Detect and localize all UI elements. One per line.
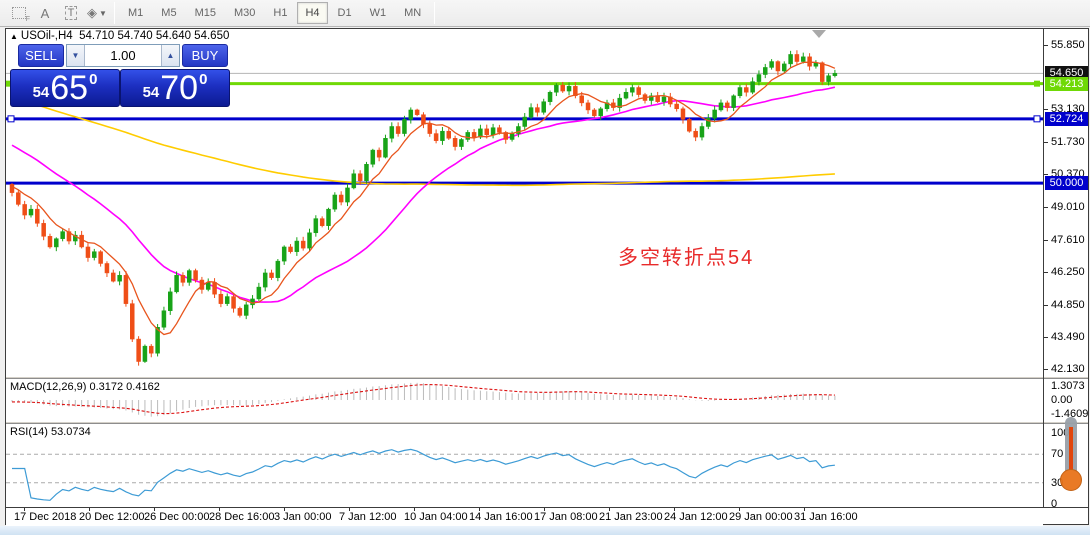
time-tick-label: 17 Jan 08:00 [534, 511, 598, 523]
shapes-icon[interactable]: ◈ ▼ [85, 2, 109, 24]
volume-decrease-button[interactable]: ▼ [67, 45, 85, 66]
macd-scale-label: 1.3073 [1051, 380, 1085, 392]
macd-chart [11, 382, 836, 417]
rsi-chart [6, 448, 1043, 501]
level-badge: 52.724 [1045, 111, 1088, 126]
time-tick-label: 28 Dec 16:00 [209, 511, 275, 523]
sell-button[interactable]: SELL [18, 44, 64, 67]
tf-button-m30[interactable]: M30 [226, 2, 263, 24]
price-tick-label: 43.490 [1051, 330, 1085, 343]
time-tick-label: 21 Jan 23:00 [599, 511, 663, 523]
tf-button-h4-active[interactable]: H4 [297, 2, 328, 24]
sell-price-point: 0 [89, 71, 98, 88]
sell-price-pips: 65 [50, 69, 89, 107]
price-tick [1044, 239, 1048, 241]
time-axis[interactable]: 17 Dec 2018 20 Dec 12:00 26 Dec 00:00 28 De… [6, 508, 1043, 526]
tf-button-w1[interactable]: W1 [362, 2, 395, 24]
toolbar-separator [434, 2, 436, 24]
tf-button-m5[interactable]: M5 [153, 2, 184, 24]
status-bar [0, 526, 1090, 535]
price-tick-label: 51.730 [1051, 136, 1085, 149]
time-tick-label: 26 Dec 00:00 [144, 511, 210, 523]
sell-price-button[interactable]: 54 65 0 [10, 69, 120, 107]
time-tick-label: 7 Jan 12:00 [339, 511, 397, 523]
price-tick-label: 47.610 [1051, 233, 1085, 246]
chevron-down-icon: ▼ [99, 8, 107, 18]
time-tick-label: 10 Jan 04:00 [404, 511, 468, 523]
collapse-triangle-icon[interactable]: ▲ [10, 32, 18, 41]
buy-price-point: 0 [199, 71, 208, 88]
tf-button-m1[interactable]: M1 [120, 2, 151, 24]
sell-price-whole: 54 [32, 84, 50, 101]
rsi-scale-label: 0 [1051, 498, 1058, 510]
chart-title: ▲ USOil-,H4 54.710 54.740 54.640 54.650 [10, 30, 229, 42]
tf-button-d1[interactable]: D1 [330, 2, 360, 24]
one-click-trading-widget: SELL ▼ 1.00 ▲ BUY 54 65 0 54 70 0 [8, 44, 230, 107]
time-tick-label: 17 Dec 2018 [14, 511, 77, 523]
price-tick [1044, 271, 1048, 273]
chart-annotation-text: 多空转折点54 [618, 247, 755, 269]
level-badge: 54.213 [1045, 76, 1088, 91]
time-tick-label: 31 Jan 16:00 [794, 511, 858, 523]
macd-label: MACD(12,26,9) 0.3172 0.4162 [10, 381, 160, 393]
price-tick [1044, 369, 1048, 371]
time-tick-label: 3 Jan 00:00 [274, 511, 332, 523]
tf-button-h1[interactable]: H1 [265, 2, 295, 24]
time-tick-label: 29 Jan 00:00 [729, 511, 793, 523]
thermometer-widget-icon[interactable] [1056, 417, 1086, 493]
price-tick [1044, 304, 1048, 306]
text-box-icon[interactable]: T [59, 2, 83, 24]
text-label-icon[interactable]: A [33, 2, 57, 24]
price-tick [1044, 142, 1048, 144]
crosshair-grid-icon[interactable] [7, 2, 31, 24]
price-tick [1044, 45, 1048, 46]
price-tick-label: 49.010 [1051, 200, 1085, 213]
rsi-label: RSI(14) 53.0734 [10, 426, 91, 438]
buy-price-whole: 54 [142, 84, 160, 101]
chart-window: ▲ USOil-,H4 54.710 54.740 54.640 54.650 S… [5, 28, 1089, 526]
price-tick [1044, 336, 1048, 338]
price-tick [1044, 109, 1048, 111]
price-tick-label: 44.850 [1051, 298, 1085, 311]
volume-input[interactable]: 1.00 [85, 45, 161, 66]
rsi-value: 53.0734 [50, 426, 91, 438]
volume-spinner: ▼ 1.00 ▲ [66, 44, 180, 67]
macd-scale-label: 0.00 [1051, 394, 1073, 406]
buy-price-button[interactable]: 54 70 0 [120, 69, 230, 107]
price-tick [1044, 206, 1048, 208]
toolbar: A T ◈▼ M1 M5 M15 M30 H1 H4 D1 W1 MN [0, 0, 1090, 27]
time-tick-label: 20 Dec 12:00 [79, 511, 145, 523]
volume-increase-button[interactable]: ▲ [161, 45, 179, 66]
price-tick-label: 55.850 [1051, 39, 1085, 51]
tf-button-mn[interactable]: MN [396, 2, 429, 24]
price-tick-label: 42.130 [1051, 363, 1085, 376]
buy-button[interactable]: BUY [182, 44, 228, 67]
buy-price-pips: 70 [160, 69, 199, 107]
level-badge: 50.000 [1045, 176, 1088, 191]
symbol-timeframe: USOil-,H4 [20, 30, 73, 42]
time-tick-label: 14 Jan 16:00 [469, 511, 533, 523]
macd-values: 0.3172 0.4162 [89, 381, 160, 393]
time-tick-label: 24 Jan 12:00 [664, 511, 728, 523]
toolbar-separator [114, 2, 115, 24]
tf-button-m15[interactable]: M15 [187, 2, 224, 24]
price-tick-label: 46.250 [1051, 265, 1085, 278]
ohlc-values: 54.710 54.740 54.640 54.650 [79, 30, 230, 42]
